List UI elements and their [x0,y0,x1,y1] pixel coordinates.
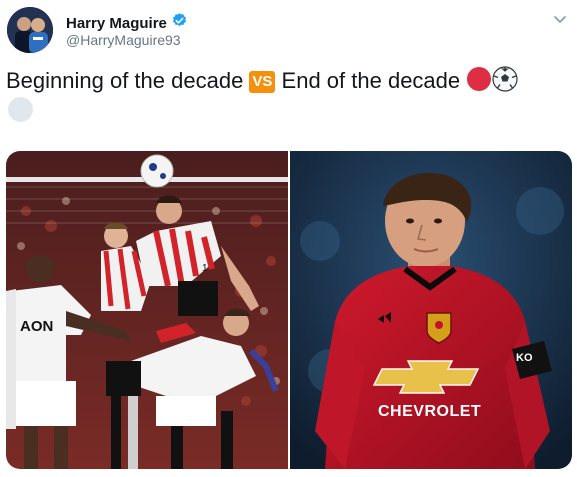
photo-header-duel[interactable]: AON 1 [6,151,288,469]
author-handle[interactable]: @HarryMaguire93 [66,32,181,48]
verified-badge-icon [171,12,188,34]
chevrolet-sponsor-label: CHEVROLET [378,403,481,420]
author-name-row: Harry Maguire [66,12,188,34]
tweet-media[interactable]: AON 1 KO CHEVROLET [6,151,572,469]
red-circle-icon [466,66,492,100]
soccer-ball-icon [492,66,518,100]
sleeve-sponsor-label: KO [516,352,533,364]
author-avatar[interactable] [7,7,53,53]
chevron-down-icon[interactable] [551,10,569,28]
photo-united-kit[interactable]: KO CHEVROLET [290,151,572,469]
aon-sponsor-label: AON [20,318,53,335]
tweet-text: Beginning of the decade VS End of the de… [6,66,566,100]
white-circle-icon [7,96,34,128]
author-display-name[interactable]: Harry Maguire [66,15,167,32]
tweet-text-part1: Beginning of the decade [6,68,250,93]
tweet-text-part2: End of the decade [275,68,467,93]
shirt-number-label: 1 [202,263,208,274]
tweet-card: Harry Maguire @HarryMaguire93 Beginning … [0,0,577,477]
vs-badge-icon: VS [249,71,276,93]
